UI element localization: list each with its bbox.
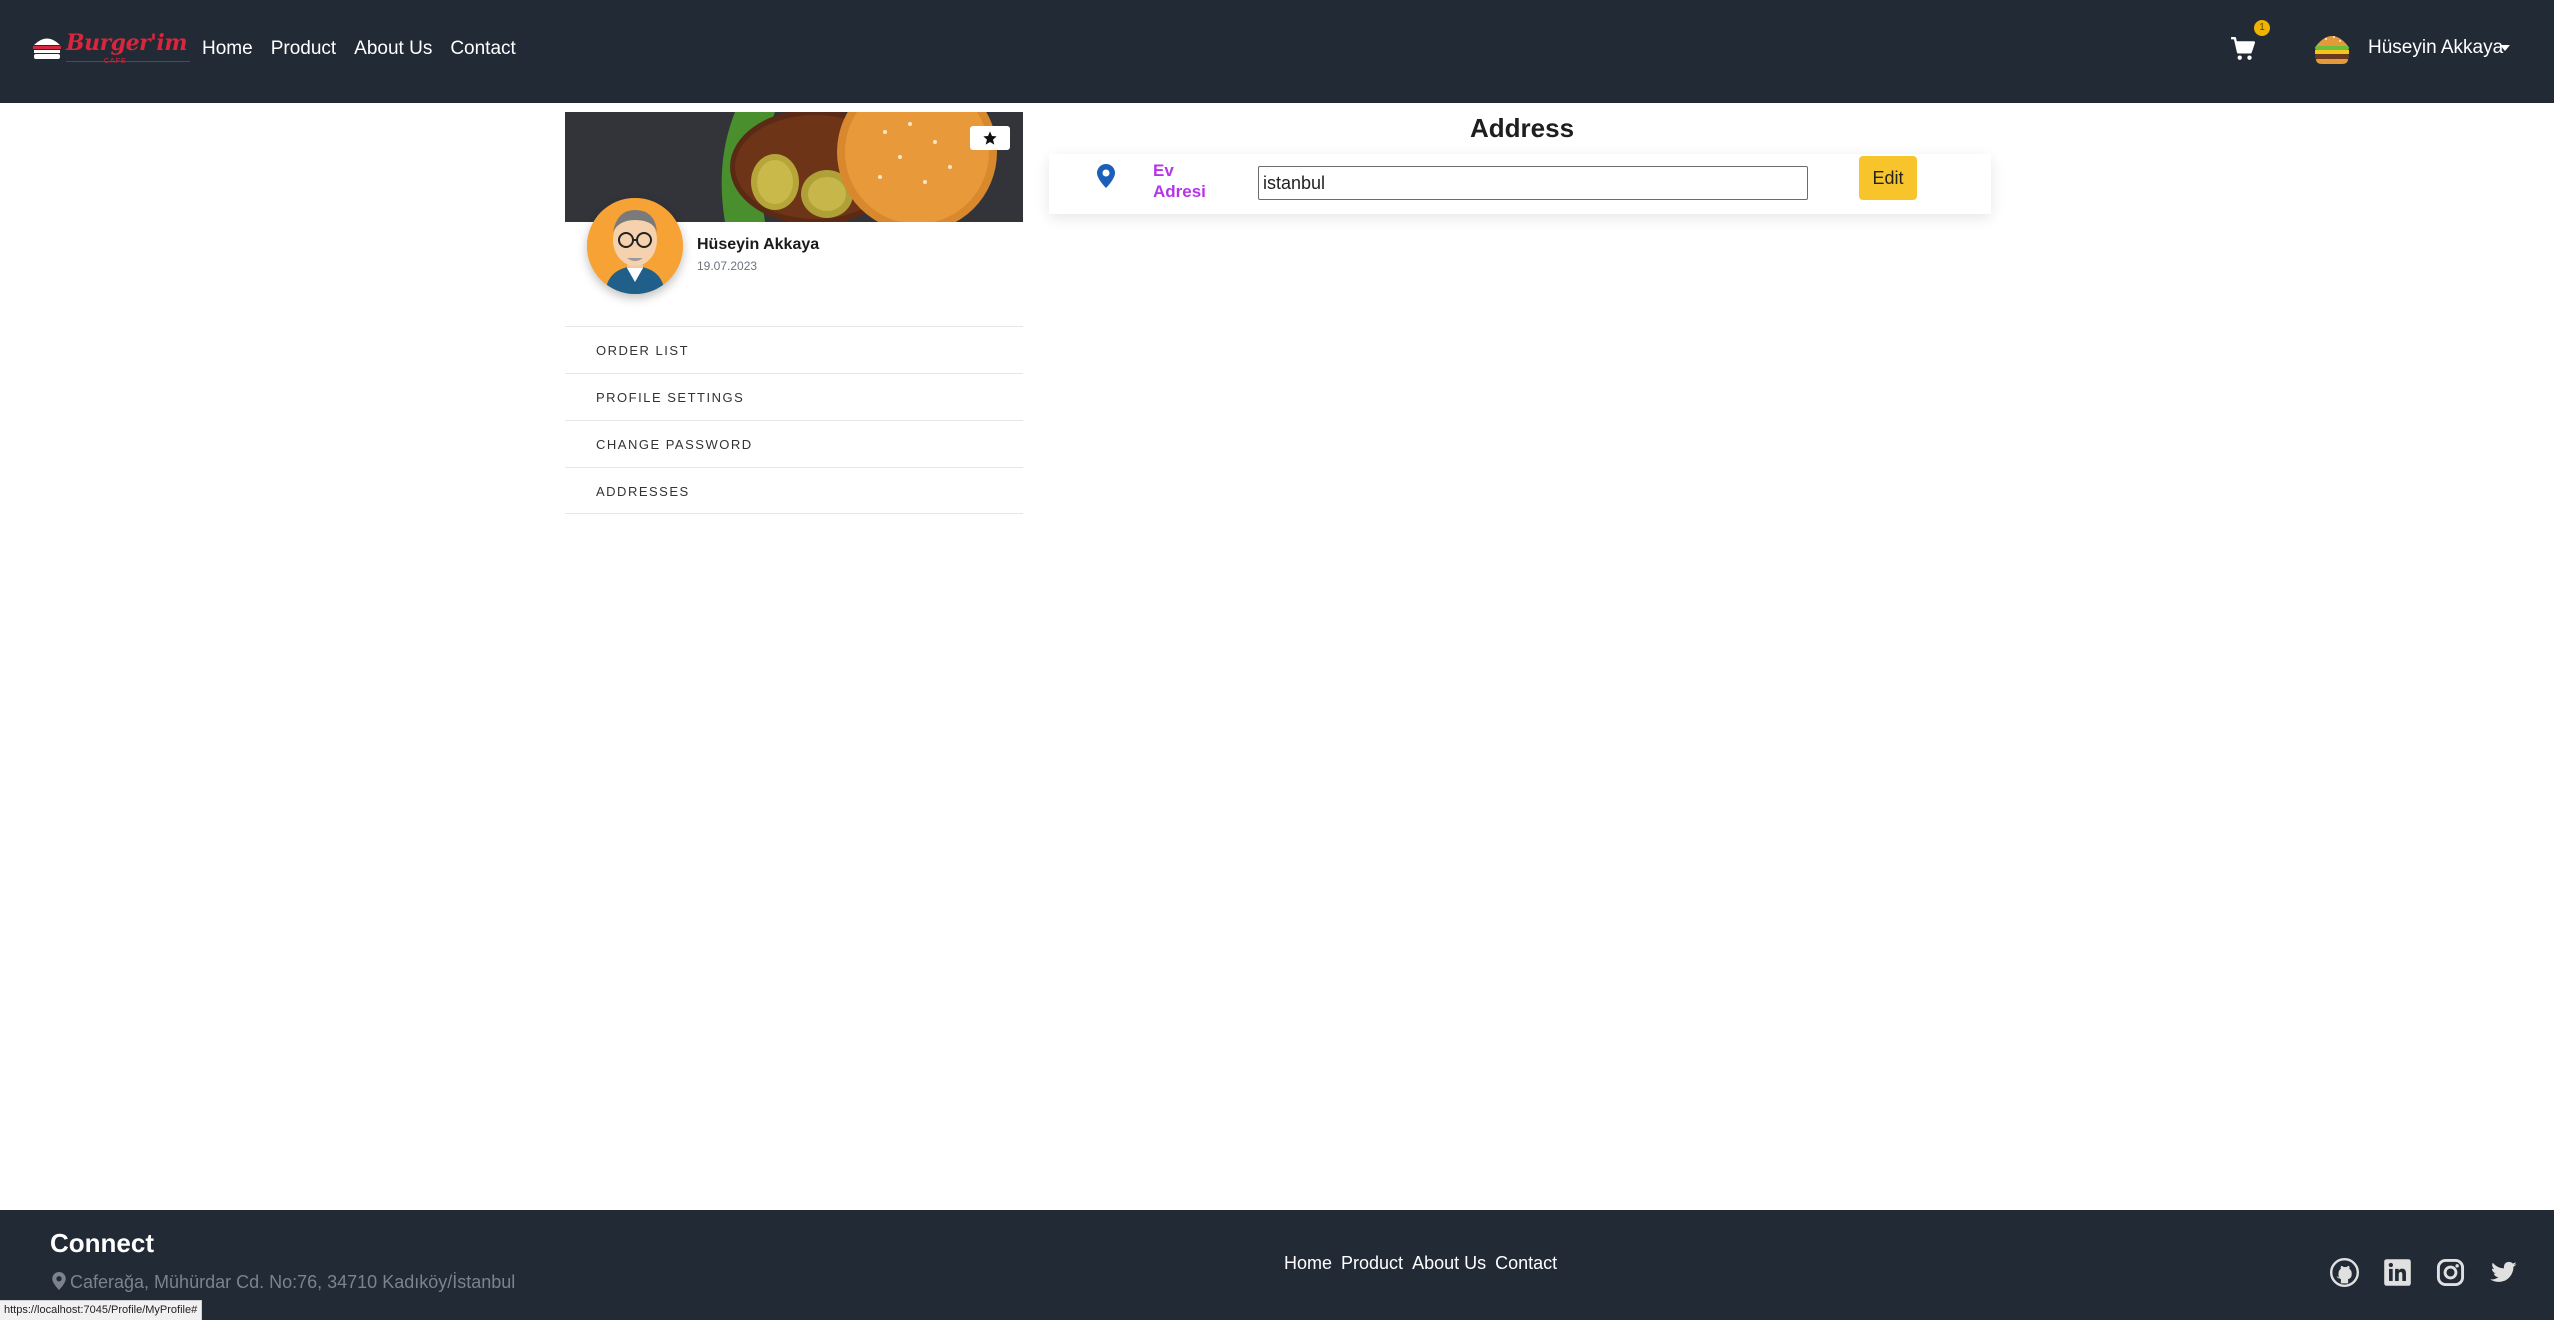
burger-logo-icon <box>33 38 61 59</box>
footer-link-home[interactable]: Home <box>1284 1253 1332 1274</box>
menu-item-profile-settings[interactable]: PROFILE SETTINGS <box>565 373 1023 420</box>
address-card: Ev Adresi Edit <box>1049 154 1991 214</box>
nav-link-contact[interactable]: Contact <box>450 38 515 60</box>
brand-name: Burger'im <box>66 30 188 56</box>
profile-menu: ORDER LIST PROFILE SETTINGS CHANGE PASSW… <box>565 326 1023 514</box>
profile-avatar <box>587 198 683 294</box>
favorite-button[interactable] <box>970 126 1010 150</box>
brand-underline <box>66 61 190 62</box>
footer-link-contact[interactable]: Contact <box>1495 1253 1557 1274</box>
footer-title: Connect <box>50 1228 154 1258</box>
footer-links: Home Product About Us Contact <box>1284 1253 1566 1274</box>
location-icon <box>52 1272 66 1290</box>
star-icon <box>983 131 997 145</box>
linkedin-icon[interactable] <box>2383 1258 2412 1287</box>
profile-date: 19.07.2023 <box>697 259 758 273</box>
menu-item-order-list[interactable]: ORDER LIST <box>565 326 1023 373</box>
nav-link-home[interactable]: Home <box>202 38 253 60</box>
menu-item-addresses[interactable]: ADDRESSES <box>565 467 1023 514</box>
map-pin-icon <box>1097 164 1115 188</box>
cart-count-badge: 1 <box>2254 20 2270 36</box>
address-input[interactable] <box>1258 166 1808 200</box>
footer-address-text: Caferağa, Mühürdar Cd. No:76, 34710 Kadı… <box>70 1272 516 1292</box>
profile-name: Hüseyin Akkaya <box>697 236 820 253</box>
user-menu-name[interactable]: Hüseyin Akkaya <box>2368 37 2503 59</box>
instagram-icon[interactable] <box>2436 1258 2465 1287</box>
brand-logo[interactable]: Burger'im CAFE <box>32 30 190 70</box>
brand-subtitle: CAFE <box>104 58 127 65</box>
footer-link-product[interactable]: Product <box>1341 1253 1403 1274</box>
address-title: Address <box>1470 113 1575 143</box>
footer-link-about-us[interactable]: About Us <box>1412 1253 1486 1274</box>
nav-links: Home Product About Us Contact <box>202 38 534 60</box>
footer: Connect Caferağa, Mühürdar Cd. No:76, 34… <box>0 1210 2554 1320</box>
navbar: Burger'im CAFE Home Product About Us Con… <box>0 0 2554 103</box>
social-links <box>2330 1258 2518 1287</box>
footer-address: Caferağa, Mühürdar Cd. No:76, 34710 Kadı… <box>52 1272 515 1293</box>
address-label: Ev Adresi <box>1153 161 1206 201</box>
twitter-icon[interactable] <box>2489 1258 2518 1287</box>
user-avatar[interactable] <box>2312 30 2352 66</box>
menu-item-change-password[interactable]: CHANGE PASSWORD <box>565 420 1023 467</box>
nav-link-about-us[interactable]: About Us <box>354 38 432 60</box>
edit-address-button[interactable]: Edit <box>1859 156 1917 200</box>
browser-status-url: https://localhost:7045/Profile/MyProfile… <box>0 1300 203 1320</box>
user-menu-caret-icon[interactable] <box>2500 45 2510 51</box>
cart-icon[interactable] <box>2230 36 2256 62</box>
github-icon[interactable] <box>2330 1258 2359 1287</box>
nav-link-product[interactable]: Product <box>271 38 336 60</box>
profile-card: Hüseyin Akkaya 19.07.2023 ORDER LIST PRO… <box>565 112 1023 516</box>
